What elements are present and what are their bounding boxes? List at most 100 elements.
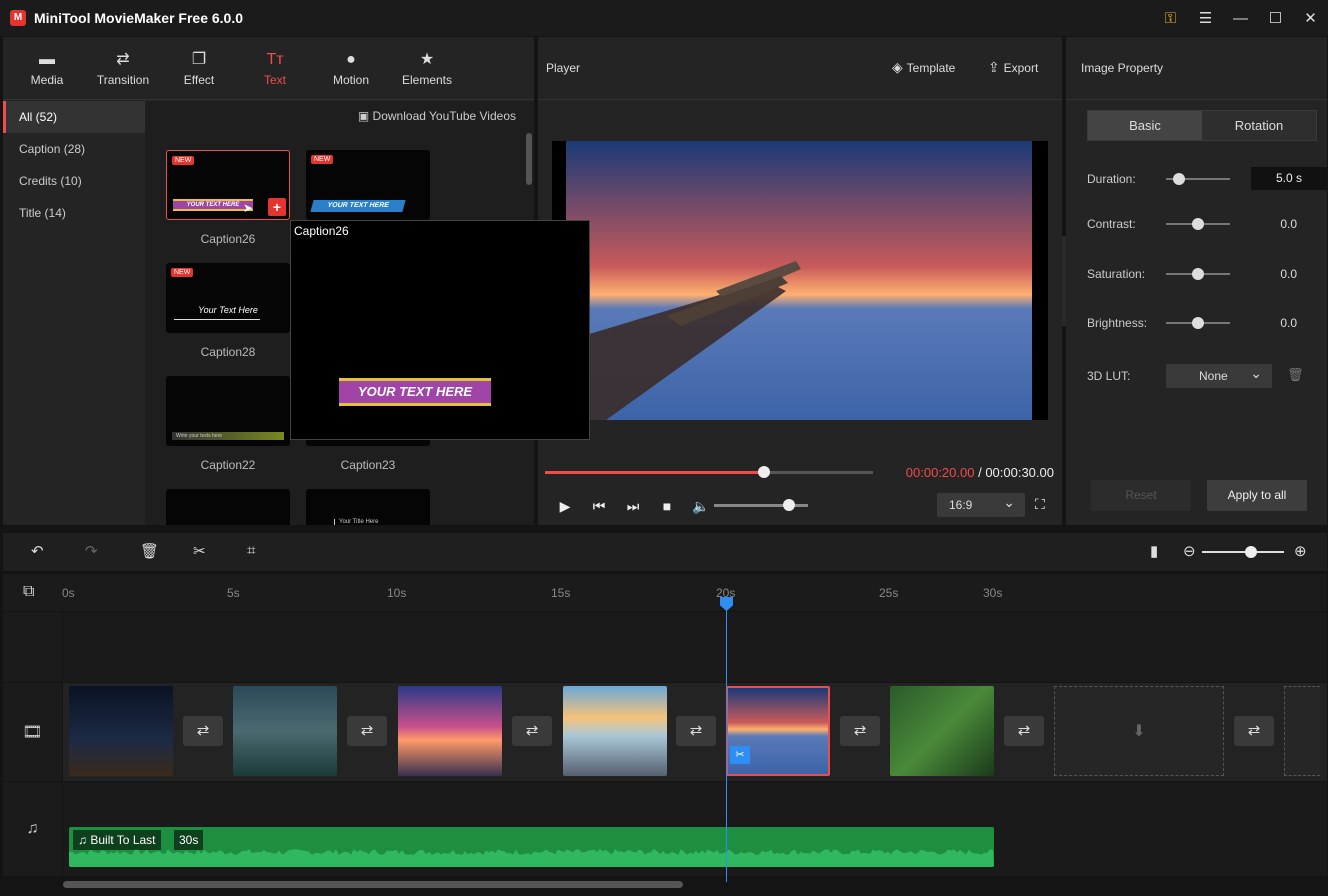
download-youtube-button[interactable]: ▣ Download YouTube Videos: [358, 109, 516, 123]
split-icon[interactable]: ✂: [730, 746, 750, 764]
video-preview: [552, 141, 1048, 420]
duration-handle[interactable]: [1172, 173, 1185, 185]
prev-frame-icon[interactable]: ⏮: [582, 498, 616, 515]
video-clip-selected[interactable]: ✂: [726, 686, 830, 776]
cursor-icon: ➤: [243, 201, 254, 215]
crop-icon[interactable]: ⌗: [247, 542, 255, 559]
caption-thumb[interactable]: [166, 489, 290, 525]
contrast-handle[interactable]: [1192, 218, 1204, 230]
undo-icon[interactable]: ↶: [31, 542, 44, 560]
video-clip[interactable]: [69, 686, 173, 776]
empty-clip-slot[interactable]: ⬇: [1054, 686, 1224, 776]
tab-rotation[interactable]: Rotation: [1202, 111, 1316, 140]
fit-timeline-icon[interactable]: ▮: [1150, 542, 1158, 560]
duration-slider[interactable]: [1166, 173, 1230, 185]
transition-slot[interactable]: ⇄: [1004, 716, 1044, 746]
add-track-icon[interactable]: ⧉: [23, 583, 34, 601]
saturation-row: Saturation: 0.0: [1087, 262, 1317, 286]
tab-transition[interactable]: ⇄ Transition: [85, 37, 161, 99]
key-icon[interactable]: ⚿: [1153, 0, 1188, 36]
app-title: MiniTool MovieMaker Free 6.0.0: [34, 10, 244, 26]
tab-motion[interactable]: ● Motion: [313, 37, 389, 99]
volume-slider[interactable]: [714, 499, 808, 511]
close-icon[interactable]: ✕: [1293, 0, 1328, 36]
timeline-zoom-slider[interactable]: [1202, 546, 1284, 558]
transition-slot[interactable]: ⇄: [512, 716, 552, 746]
audio-duration: 30s: [174, 830, 204, 850]
brightness-handle[interactable]: [1192, 317, 1204, 329]
add-to-timeline-button[interactable]: +: [268, 198, 286, 216]
transition-slot[interactable]: ⇄: [347, 716, 387, 746]
text-icon: Tт: [266, 51, 284, 68]
zoom-in-icon[interactable]: ⊕: [1294, 542, 1307, 560]
duration-input[interactable]: 5.0 s: [1251, 167, 1327, 190]
volume-handle[interactable]: [783, 499, 796, 511]
audio-clip[interactable]: ♫ Built To Last 30s: [69, 827, 994, 867]
reset-button[interactable]: Reset: [1091, 480, 1191, 511]
video-clip[interactable]: [233, 686, 337, 776]
transition-slot[interactable]: ⇄: [676, 716, 716, 746]
minimize-icon[interactable]: —: [1223, 0, 1258, 36]
brightness-slider[interactable]: [1166, 317, 1230, 329]
aspect-ratio-select[interactable]: 16:9: [937, 490, 1025, 517]
category-credits[interactable]: Credits (10): [3, 165, 145, 197]
contrast-value: 0.0: [1280, 217, 1297, 231]
time-separator: /: [974, 465, 986, 480]
lut-select[interactable]: None: [1166, 361, 1272, 388]
template-button[interactable]: ◈ Template: [892, 59, 955, 76]
scissors-icon[interactable]: ✂: [193, 542, 206, 560]
caption26-thumb[interactable]: NEW YOUR TEXT HERE ➤ +: [166, 150, 290, 220]
transition-slot[interactable]: ⇄: [840, 716, 880, 746]
thumb-label: Caption22: [200, 458, 256, 472]
tab-label: Motion: [332, 73, 370, 87]
maximize-icon[interactable]: ☐: [1258, 0, 1293, 36]
fullscreen-icon[interactable]: ⛶: [1035, 496, 1045, 513]
tab-basic[interactable]: Basic: [1088, 111, 1202, 140]
export-button[interactable]: ⇪ Export: [988, 59, 1038, 76]
download-youtube-label: Download YouTube Videos: [372, 109, 516, 123]
time-display: 00:00:20.00 / 00:00:30.00: [906, 465, 1054, 480]
play-icon[interactable]: ▶: [548, 498, 582, 515]
apply-to-all-button[interactable]: Apply to all: [1207, 480, 1307, 511]
trash-icon[interactable]: 🗑: [1287, 367, 1304, 383]
video-clip[interactable]: [398, 686, 502, 776]
zoom-out-icon[interactable]: ⊖: [1183, 542, 1196, 560]
saturation-handle[interactable]: [1192, 268, 1204, 280]
stop-icon[interactable]: ■: [650, 498, 684, 514]
transition-slot[interactable]: ⇄: [1234, 716, 1274, 746]
timeline-ruler[interactable]: ⧉ 0s 5s 10s 15s 20s 25s 30s: [3, 574, 1327, 611]
volume-icon[interactable]: 🔈: [684, 498, 718, 515]
playhead-line[interactable]: [726, 596, 727, 882]
seek-handle[interactable]: [757, 466, 770, 478]
caption28-thumb[interactable]: NEW Your Text Here: [166, 263, 290, 333]
tab-effect[interactable]: ❐ Effect: [161, 37, 237, 99]
video-clip[interactable]: [563, 686, 667, 776]
contrast-slider[interactable]: [1166, 218, 1230, 230]
menu-icon[interactable]: ☰: [1188, 0, 1223, 36]
category-title[interactable]: Title (14): [3, 197, 145, 229]
category-all[interactable]: All (52): [3, 101, 145, 133]
saturation-slider[interactable]: [1166, 268, 1230, 280]
caption22-thumb[interactable]: Write your texts here: [166, 376, 290, 446]
playback-seek-bar[interactable]: [545, 466, 873, 478]
preview-title: Caption26: [294, 224, 349, 238]
video-clip[interactable]: [890, 686, 994, 776]
zoom-handle[interactable]: [1245, 546, 1258, 558]
tab-media[interactable]: ▬ Media: [9, 37, 85, 99]
tab-elements[interactable]: ★ Elements: [389, 37, 465, 99]
grid-scrollbar[interactable]: [526, 133, 532, 185]
empty-clip-slot[interactable]: [1284, 686, 1320, 776]
category-caption[interactable]: Caption (28): [3, 133, 145, 165]
delete-icon[interactable]: 🗑: [140, 542, 159, 560]
text-track[interactable]: [63, 612, 1327, 682]
caption-thumb[interactable]: Your Title Here: [306, 489, 430, 525]
next-frame-icon[interactable]: ⏭: [616, 498, 650, 515]
playback-controls: ▶ ⏮ ⏭ ■ 🔈: [548, 496, 718, 516]
tab-text[interactable]: Tт Text: [237, 37, 313, 99]
redo-icon[interactable]: ↷: [85, 542, 98, 560]
caption-thumb[interactable]: NEW YOUR TEXT HERE: [306, 150, 430, 220]
lut-label: 3D LUT:: [1087, 369, 1131, 383]
timeline-scrollbar[interactable]: [63, 881, 683, 888]
transition-slot[interactable]: ⇄: [183, 716, 223, 746]
category-list: All (52) Caption (28) Credits (10) Title…: [3, 101, 145, 525]
